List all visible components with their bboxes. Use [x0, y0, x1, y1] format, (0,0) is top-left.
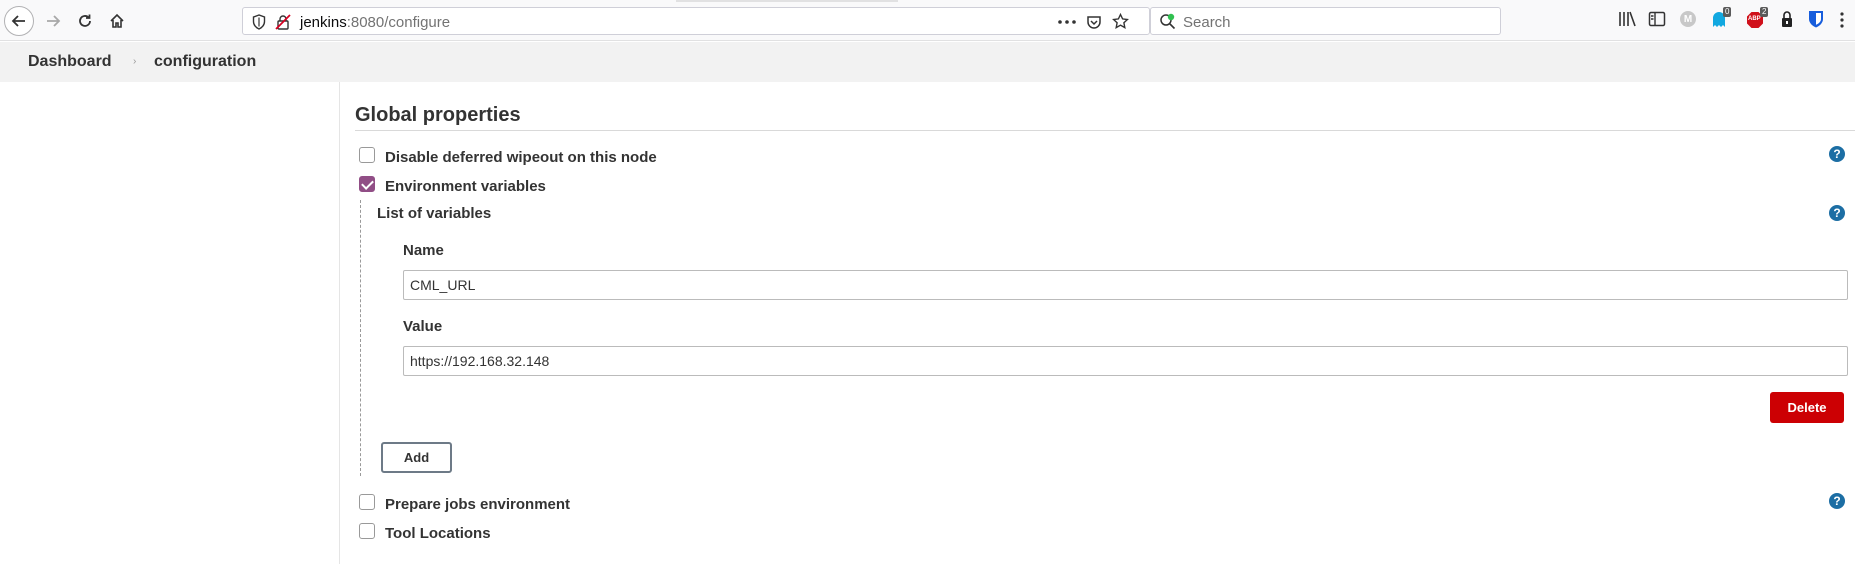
search-placeholder: Search [1183, 14, 1231, 31]
tool-locations-checkbox[interactable] [359, 523, 375, 539]
value-field-label: Value [403, 318, 443, 335]
side-panel [0, 82, 340, 564]
breadcrumb-configuration[interactable]: configuration [154, 53, 256, 71]
bookmark-star-icon[interactable] [1112, 13, 1129, 30]
add-button[interactable]: Add [381, 442, 452, 473]
arrow-right-icon [47, 15, 61, 27]
library-icon[interactable] [1618, 10, 1636, 28]
prepare-jobs-label[interactable]: Prepare jobs environment [385, 496, 570, 513]
help-icon[interactable]: ? [1829, 205, 1845, 221]
arrow-left-icon [11, 15, 25, 27]
breadcrumb-separator-icon: › [133, 56, 137, 67]
bitwarden-icon[interactable] [1808, 10, 1824, 28]
value-input[interactable]: https://192.168.32.148 [403, 346, 1848, 376]
home-button[interactable] [102, 6, 132, 36]
back-button[interactable] [4, 6, 34, 36]
breadcrumb-dashboard[interactable]: Dashboard [28, 53, 112, 71]
prepare-jobs-checkbox[interactable] [359, 494, 375, 510]
help-glyph: ? [1833, 206, 1841, 220]
shield-icon[interactable] [252, 14, 266, 30]
help-glyph: ? [1833, 494, 1841, 508]
url-host: jenkins [300, 14, 347, 31]
env-vars-label[interactable]: Environment variables [385, 178, 546, 195]
delete-button[interactable]: Delete [1770, 392, 1844, 423]
reload-button[interactable] [70, 6, 100, 36]
nested-section-indicator [360, 200, 361, 476]
extension-ghost-button[interactable]: 0 [1712, 7, 1734, 31]
url-path: :8080/configure [346, 14, 451, 31]
home-icon [110, 13, 124, 28]
search-bar[interactable]: Search [1150, 7, 1501, 35]
menu-icon[interactable] [1840, 12, 1844, 28]
adblock-count-badge: 2 [1760, 7, 1769, 17]
help-glyph: ? [1833, 147, 1841, 161]
url-bar[interactable]: jenkins:8080/configure [242, 7, 1150, 35]
breadcrumb: Dashboard › configuration [0, 42, 1855, 82]
search-engine-icon [1160, 13, 1176, 30]
forward-button[interactable] [38, 6, 68, 36]
help-icon[interactable]: ? [1829, 493, 1845, 509]
env-vars-checkbox[interactable] [359, 176, 375, 192]
name-field-label: Name [403, 242, 444, 259]
adblock-button[interactable]: ABP 2 [1746, 7, 1772, 31]
url-text[interactable]: jenkins:8080/configure [300, 14, 450, 31]
delete-button-label: Delete [1787, 400, 1827, 415]
pocket-icon[interactable] [1086, 14, 1102, 30]
tab-indicator [676, 0, 898, 2]
insecure-lock-icon[interactable] [275, 14, 291, 30]
section-title: Global properties [355, 104, 521, 126]
more-actions-icon[interactable] [1058, 20, 1076, 24]
help-icon[interactable]: ? [1829, 146, 1845, 162]
avatar-letter: M [1683, 13, 1693, 25]
section-divider [355, 130, 1855, 131]
name-input[interactable]: CML_URL [403, 270, 1848, 300]
account-avatar[interactable]: M [1680, 11, 1696, 27]
notification-badge: 0 [1723, 7, 1732, 17]
lock-extension-icon[interactable] [1780, 10, 1794, 28]
add-button-label: Add [403, 450, 430, 465]
tool-locations-label[interactable]: Tool Locations [385, 525, 491, 542]
browser-toolbar: jenkins:8080/configure Search M 0 ABP 2 [0, 0, 1855, 41]
disable-wipeout-label[interactable]: Disable deferred wipeout on this node [385, 149, 657, 166]
sidebar-icon[interactable] [1648, 10, 1666, 28]
reload-icon [79, 14, 91, 27]
disable-wipeout-checkbox[interactable] [359, 147, 375, 163]
list-of-variables-label: List of variables [377, 205, 492, 222]
adblock-label: ABP [1748, 16, 1761, 22]
